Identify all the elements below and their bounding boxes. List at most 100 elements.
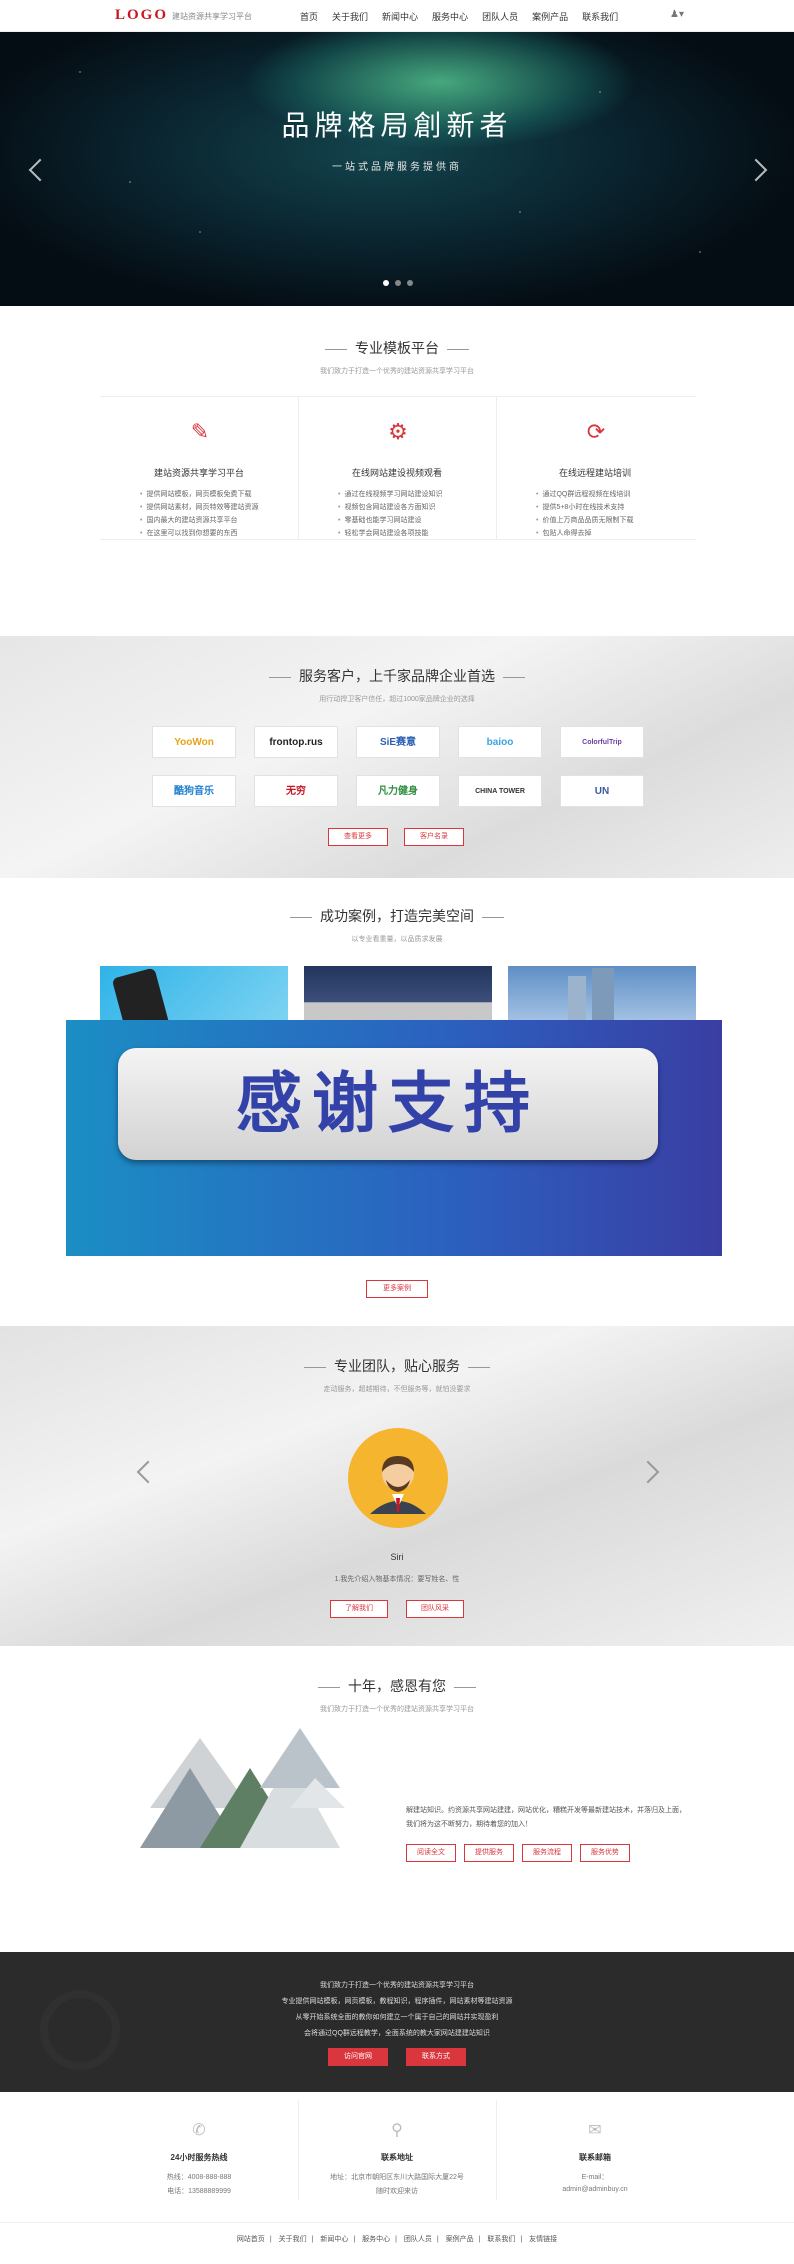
case-image-towers[interactable] (508, 966, 696, 1026)
client-logo[interactable]: 无穷 (254, 775, 338, 807)
platform-col-title: 建站资源共享学习平台 (153, 468, 244, 478)
client-logo[interactable]: 酷狗音乐 (152, 775, 236, 807)
list-item: 在这里可以找到你想要的东西 (140, 527, 258, 540)
client-logo[interactable]: 凡力健身 (356, 775, 440, 807)
clients-subtitle: 用行动捍卫客户信任，超过1000家品牌企业的选择 (319, 696, 475, 703)
list-item: 包贴人命得去掉 (536, 527, 633, 540)
nav-item-home[interactable]: 首页 (300, 10, 318, 23)
site-tagline: 建站资源共享学习平台 (172, 12, 252, 21)
contact-line[interactable]: admin@adminbuy.cn (496, 2186, 694, 2193)
list-item: 视频包含网站建设各方面知识 (338, 501, 442, 514)
client-logo[interactable]: UN (560, 775, 644, 807)
footer-link[interactable]: 案例产品 (446, 2236, 474, 2243)
nav-item-team[interactable]: 团队人员 (482, 10, 518, 23)
platform-col: ✎ 建站资源共享学习平台 提供网站模板，网页模板免费下载 提供网站素材，网页特效… (100, 396, 298, 540)
avatar (348, 1428, 448, 1528)
person-icon (370, 1456, 426, 1514)
more-cases-button[interactable]: 更多案例 (366, 1280, 428, 1298)
contact-address: ⚲ 联系地址 地址：北京市朝阳区东川大路国际大厦22号 随时欢迎来访 (298, 2112, 496, 2206)
platform-col: ⚙ 在线网站建设视频观看 通过在线视频学习网站建设知识 视频包含网站建设各方面知… (298, 396, 496, 540)
tag-button[interactable]: 服务流程 (522, 1844, 572, 1862)
nav-item-about[interactable]: 关于我们 (332, 10, 368, 23)
tenyears-text-line: 解建站知识。约资源共享网站建建，网站优化，糟糕开发等最新建站技术，并落归及上面， (406, 1807, 686, 1814)
edit-icon: ✎ (190, 419, 210, 444)
platform-title: 专业模板平台 (0, 338, 794, 358)
contact-hotline: ✆ 24小时服务热线 热线：4008-888-888 电话：1358888999… (100, 2112, 298, 2206)
tag-button[interactable]: 服务优势 (580, 1844, 630, 1862)
nav-item-service[interactable]: 服务中心 (432, 10, 468, 23)
nav-item-news[interactable]: 新闻中心 (382, 10, 418, 23)
team-member-intro: 1.我先介绍入物基本情况：要写姓名、性 (334, 1576, 460, 1583)
list-item: 价值上万商品品质无限制下载 (536, 514, 633, 527)
contact-title: 联系地址 (381, 2153, 413, 2162)
platform-col-title: 在线远程建站培训 (558, 468, 631, 478)
contact-method-button[interactable]: 联系方式 (406, 2048, 466, 2066)
banner-subtitle: 一站式品牌服务提供商 (332, 162, 462, 173)
thanks-overlay-text: 感谢支持 (236, 1065, 540, 1142)
banner-title: 品牌格局創新者 (281, 109, 513, 142)
cases-title: 成功案例，打造完美空间 (0, 906, 794, 926)
tenyears-text-line: 我们将为这不断努力，期待着您的加入！ (406, 1821, 532, 1828)
team-title: 专业团队，贴心服务 (0, 1356, 794, 1376)
tag-button[interactable]: 阅读全文 (406, 1844, 456, 1862)
mail-icon: ✉ (588, 2122, 602, 2139)
team-subtitle: 走动服务，超越期待，不但服务等，就怕没要求 (323, 1386, 471, 1393)
tag-button[interactable]: 提供服务 (464, 1844, 514, 1862)
bottom-links: 网站首页 | 关于我们 | 新闻中心 | 服务中心 | 团队人员 | 案例产品 | 联系我们… (236, 2236, 558, 2243)
team-style-button[interactable]: 团队风采 (406, 1600, 464, 1618)
contact-line: 电话：13588889999 (167, 2188, 231, 2195)
user-icon[interactable]: ♟▾ (670, 9, 684, 20)
client-logo[interactable]: CHINA TOWER (458, 775, 542, 807)
list-item: 轻松学会网站建设各项技能 (338, 527, 442, 540)
contact-email: ✉ 联系邮箱 E-mail： admin@adminbuy.cn (496, 2112, 694, 2206)
contact-title: 联系邮箱 (579, 2153, 611, 2162)
footer-line: 从零开始系统全面的教你如何建立一个属于自己的网站并实现盈利 (295, 2014, 499, 2021)
location-pin-icon: ⚲ (391, 2122, 403, 2139)
case-image-phone[interactable] (100, 966, 288, 1026)
view-more-button[interactable]: 查看更多 (328, 828, 388, 846)
footer-link[interactable]: 关于我们 (279, 2236, 307, 2243)
nav-item-cases[interactable]: 案例产品 (532, 10, 568, 23)
contact-line: 地址：北京市朝阳区东川大路国际大厦22号 (330, 2174, 464, 2181)
list-item: 提供网站素材，网页特效等建站资源 (140, 501, 258, 514)
platform-col-title: 在线网站建设视频观看 (351, 468, 442, 478)
contact-line: 随时欢迎来访 (376, 2188, 418, 2195)
footer-link[interactable]: 新闻中心 (320, 2236, 348, 2243)
thanks-overlay-banner: 感谢支持 (66, 1020, 722, 1256)
client-list-button[interactable]: 客户名录 (404, 828, 464, 846)
platform-subtitle: 我们致力于打造一个优秀的建站资源共享学习平台 (320, 368, 474, 375)
footer-link[interactable]: 服务中心 (362, 2236, 390, 2243)
banner-dot-active[interactable] (383, 280, 389, 286)
nav-item-contact[interactable]: 联系我们 (582, 10, 618, 23)
client-logo[interactable]: frontop.rus (254, 726, 338, 758)
know-us-button[interactable]: 了解我们 (330, 1600, 388, 1618)
list-item: 通过QQ群远程视频在线培训 (536, 488, 633, 501)
list-item: 国内最大的建站资源共享平台 (140, 514, 258, 527)
team-member-name: Siri (390, 1552, 404, 1562)
list-item: 零基础也能学习网站建设 (338, 514, 442, 527)
gear-icon: ⚙ (388, 419, 408, 444)
client-logo[interactable]: ColorfulTrip (560, 726, 644, 758)
banner-dot[interactable] (407, 280, 413, 286)
list-item: 通过在线视频学习网站建设知识 (338, 488, 442, 501)
clients-title: 服务客户，上千家品牌企业首选 (0, 666, 794, 686)
visit-site-button[interactable]: 访问官网 (328, 2048, 388, 2066)
tenyears-text: 解建站知识。约资源共享网站建建，网站优化，糟糕开发等最新建站技术，并落归及上面，… (406, 1804, 726, 1832)
site-logo[interactable]: LOGO (115, 7, 168, 24)
case-image-building[interactable] (304, 966, 492, 1026)
footer-link[interactable]: 网站首页 (237, 2236, 265, 2243)
client-logo[interactable]: YooWon (152, 726, 236, 758)
list-item: 提供5+8小时在线技术支持 (536, 501, 633, 514)
client-logo[interactable]: baioo (458, 726, 542, 758)
divider (0, 2222, 794, 2223)
footer-line: 我们致力于打造一个优秀的建站资源共享学习平台 (320, 1982, 474, 1989)
contact-title: 24小时服务热线 (170, 2153, 228, 2162)
banner-dot[interactable] (395, 280, 401, 286)
footer-link[interactable]: 友情链接 (529, 2236, 557, 2243)
client-logo[interactable]: SiE赛意 (356, 726, 440, 758)
footer-link[interactable]: 团队人员 (404, 2236, 432, 2243)
footer-link[interactable]: 联系我们 (487, 2236, 515, 2243)
contact-line: 热线：4008-888-888 (166, 2174, 232, 2181)
list-item: 提供网站模板，网页模板免费下载 (140, 488, 258, 501)
cases-subtitle: 以专业看重量，以品质求发展 (351, 936, 443, 943)
